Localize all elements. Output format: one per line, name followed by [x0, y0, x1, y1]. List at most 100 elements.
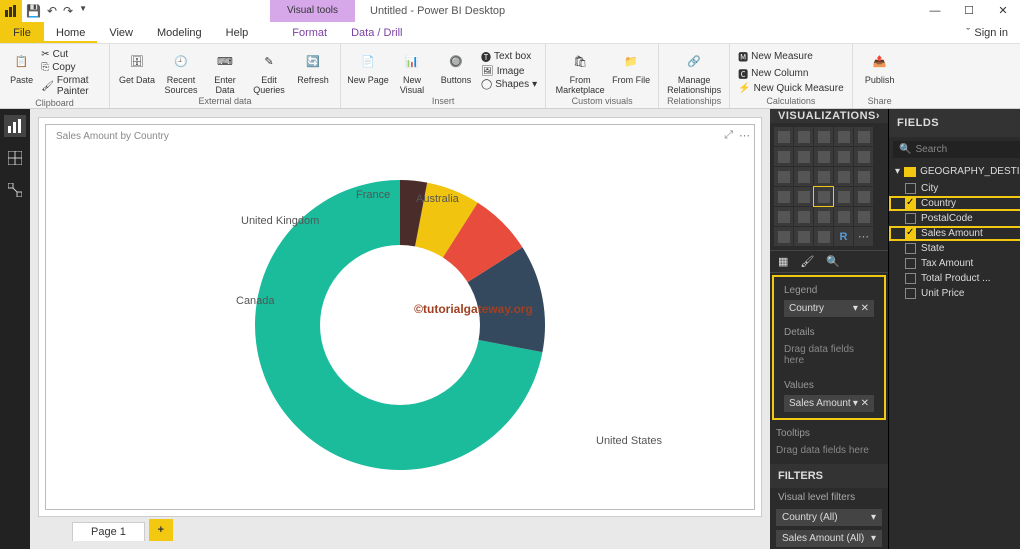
get-data-button[interactable]: 🗄Get Data: [116, 46, 158, 85]
format-icon[interactable]: 🖌: [800, 255, 814, 268]
focus-mode-icon[interactable]: ⤢: [724, 129, 733, 142]
collapse-ribbon-icon[interactable]: ˇ: [966, 22, 970, 44]
model-view-icon[interactable]: [4, 179, 26, 201]
viz-type-29[interactable]: ⋯: [854, 227, 873, 246]
modeling-tab[interactable]: Modeling: [145, 22, 214, 43]
viz-type-20[interactable]: [774, 207, 793, 226]
from-file-button[interactable]: 📁From File: [610, 46, 652, 85]
home-tab[interactable]: Home: [44, 22, 97, 43]
field-country[interactable]: Country: [889, 196, 1020, 211]
viz-type-12[interactable]: [814, 167, 833, 186]
viz-type-13[interactable]: [834, 167, 853, 186]
data-view-icon[interactable]: [4, 147, 26, 169]
format-painter-button[interactable]: 🖌 Format Painter: [39, 74, 103, 98]
viz-type-5[interactable]: [774, 147, 793, 166]
viz-type-26[interactable]: [794, 227, 813, 246]
from-marketplace-button[interactable]: 🛍From Marketplace: [552, 46, 608, 95]
cut-button[interactable]: ✂ Cut: [39, 48, 103, 61]
viz-type-18[interactable]: [834, 187, 853, 206]
viz-type-2[interactable]: [814, 127, 833, 146]
copy-button[interactable]: ⎘ Copy: [39, 61, 103, 74]
viz-type-16[interactable]: [794, 187, 813, 206]
recent-sources-button[interactable]: 🕘Recent Sources: [160, 46, 202, 95]
paste-button[interactable]: 📋Paste: [6, 46, 37, 85]
donut-chart-visual[interactable]: Sales Amount by Country ⤢ ⋯ United State…: [45, 124, 755, 510]
viz-type-15[interactable]: [774, 187, 793, 206]
help-tab[interactable]: Help: [214, 22, 261, 43]
sign-in-link[interactable]: Sign in: [974, 22, 1008, 44]
maximize-button[interactable]: ☐: [952, 0, 986, 22]
analytics-icon[interactable]: 🔍: [826, 255, 840, 268]
viz-type-0[interactable]: [774, 127, 793, 146]
viz-type-11[interactable]: [794, 167, 813, 186]
viz-type-19[interactable]: [854, 187, 873, 206]
view-tab[interactable]: View: [97, 22, 145, 43]
add-page-button[interactable]: +: [149, 519, 173, 541]
viz-type-25[interactable]: [774, 227, 793, 246]
field-city[interactable]: City: [889, 181, 1020, 196]
viz-type-9[interactable]: [854, 147, 873, 166]
viz-type-10[interactable]: [774, 167, 793, 186]
page-tab-1[interactable]: Page 1: [72, 522, 145, 541]
values-field-sales[interactable]: Sales Amount▾ ✕: [784, 395, 874, 412]
viz-type-14[interactable]: [854, 167, 873, 186]
visualizations-header[interactable]: VISUALIZATIONS›: [770, 109, 888, 123]
save-icon[interactable]: 💾: [26, 4, 41, 18]
viz-type-3[interactable]: [834, 127, 853, 146]
datadrill-tab[interactable]: Data / Drill: [339, 22, 414, 43]
viz-type-17[interactable]: [814, 187, 833, 206]
qat-dropdown-icon[interactable]: ▼: [79, 4, 87, 18]
manage-relationships-button[interactable]: 🔗Manage Relationships: [665, 46, 723, 95]
visual-options-icon[interactable]: ⋯: [739, 129, 750, 142]
edit-queries-button[interactable]: ✎Edit Queries: [248, 46, 290, 95]
new-page-button[interactable]: 📄New Page: [347, 46, 389, 85]
viz-type-6[interactable]: [794, 147, 813, 166]
filters-header[interactable]: FILTERS: [770, 464, 888, 488]
refresh-button[interactable]: 🔄Refresh: [292, 46, 334, 85]
filter-sales[interactable]: Sales Amount (All)▾: [776, 530, 882, 547]
viz-type-4[interactable]: [854, 127, 873, 146]
field-unit-price[interactable]: Unit Price: [889, 286, 1020, 301]
tooltips-placeholder[interactable]: Drag data fields here: [776, 441, 882, 460]
filter-country[interactable]: Country (All)▾: [776, 509, 882, 526]
field-tax-amount[interactable]: Tax Amount: [889, 256, 1020, 271]
image-button[interactable]: 🖼 Image: [479, 65, 539, 78]
report-canvas[interactable]: Sales Amount by Country ⤢ ⋯ United State…: [38, 117, 762, 517]
report-view-icon[interactable]: [4, 115, 26, 137]
viz-type-21[interactable]: [794, 207, 813, 226]
viz-type-22[interactable]: [814, 207, 833, 226]
new-visual-button[interactable]: 📊New Visual: [391, 46, 433, 95]
field-sales-amount[interactable]: Sales Amount: [889, 226, 1020, 241]
undo-icon[interactable]: ↶: [47, 4, 57, 18]
fields-well-icon[interactable]: ▦: [778, 255, 788, 268]
group-label-insert: Insert: [347, 96, 539, 106]
viz-type-28[interactable]: R: [834, 227, 853, 246]
viz-type-8[interactable]: [834, 147, 853, 166]
textbox-button[interactable]: 🅣 Text box: [479, 48, 539, 65]
buttons-button[interactable]: 🔘Buttons: [435, 46, 477, 85]
viz-type-23[interactable]: [834, 207, 853, 226]
field-total-product[interactable]: Total Product ...: [889, 271, 1020, 286]
new-column-button[interactable]: 🅲 New Column: [736, 65, 845, 82]
field-postalcode[interactable]: PostalCode: [889, 211, 1020, 226]
redo-icon[interactable]: ↷: [63, 4, 73, 18]
new-quick-measure-button[interactable]: ⚡ New Quick Measure: [736, 82, 845, 95]
new-measure-button[interactable]: 🅼 New Measure: [736, 48, 845, 65]
close-button[interactable]: ✕: [986, 0, 1020, 22]
viz-type-27[interactable]: [814, 227, 833, 246]
publish-button[interactable]: 📤Publish: [859, 46, 901, 85]
viz-type-24[interactable]: [854, 207, 873, 226]
details-placeholder[interactable]: Drag data fields here: [784, 340, 874, 370]
minimize-button[interactable]: —: [918, 0, 952, 22]
file-tab[interactable]: File: [0, 22, 44, 43]
viz-type-7[interactable]: [814, 147, 833, 166]
shapes-button[interactable]: ◯ Shapes ▾: [479, 78, 539, 91]
legend-field-country[interactable]: Country▾ ✕: [784, 300, 874, 317]
enter-data-button[interactable]: ⌨Enter Data: [204, 46, 246, 95]
table-header[interactable]: ▾ GEOGRAPHY_DESTI...: [889, 162, 1020, 181]
fields-header[interactable]: FIELDS›: [889, 109, 1020, 137]
viz-type-1[interactable]: [794, 127, 813, 146]
format-tab[interactable]: Format: [280, 22, 339, 43]
field-state[interactable]: State: [889, 241, 1020, 256]
fields-search[interactable]: 🔍 Search: [893, 141, 1020, 158]
